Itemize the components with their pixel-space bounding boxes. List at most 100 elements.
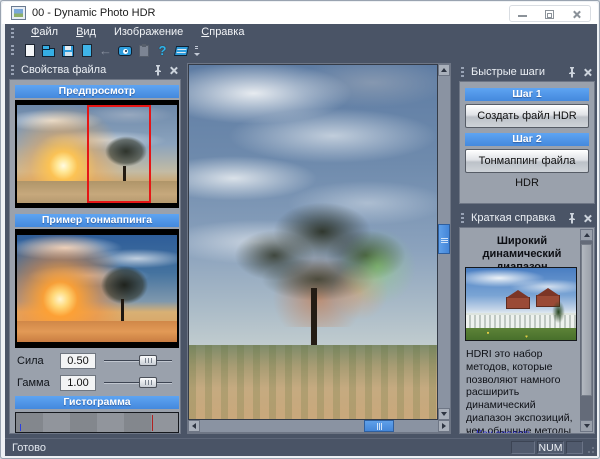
horizontal-scrollbar[interactable] [188,420,450,432]
maximize-icon [545,10,554,19]
resize-grip[interactable] [586,445,595,454]
file-properties-header[interactable]: Свойства файла [7,61,183,79]
scroll-down-button[interactable] [438,408,450,420]
help-image-bush [550,297,568,327]
gamma-value-input[interactable] [60,375,96,391]
open-file-button[interactable] [39,42,58,59]
right-arrow-icon [442,423,446,429]
tonemap-tree [91,261,158,321]
app-icon [11,6,26,20]
pin-icon[interactable] [153,65,163,76]
quick-steps-body: Шаг 1 Создать файл HDR Шаг 2 Тонмаппинг … [459,81,595,204]
minimize-button[interactable] [510,6,537,21]
gamma-slider-row: Гамма [16,375,174,392]
application-window: 00 - Dynamic Photo HDR Файл Вид Изображе… [0,0,600,459]
vertical-scroll-thumb[interactable] [438,224,450,254]
menu-view[interactable]: Вид [67,25,105,40]
menu-file[interactable]: Файл [22,25,67,40]
quick-steps-header[interactable]: Быстрые шаги [457,63,597,81]
maximize-button[interactable] [537,6,564,21]
help-illustration [465,267,577,341]
help-button[interactable]: ? [153,42,172,59]
panel-close-icon[interactable] [583,214,591,222]
slider-thumb[interactable] [139,355,157,366]
help-content: Широкий динамический диапазон изображени… [462,228,582,433]
help-scrollbar[interactable] [580,229,593,432]
status-bar: Готово NUM [5,438,597,456]
strength-value-input[interactable] [60,353,96,369]
help-image-grass [466,328,576,340]
menu-bar: Файл Вид Изображение Справка [5,24,597,41]
main-image-ground [189,345,437,419]
menubar-grip[interactable] [11,28,14,38]
paste-button[interactable] [134,42,153,59]
step1-bar: Шаг 1 [465,88,589,101]
clipboard-icon [139,45,149,57]
status-message: Готово [12,442,46,454]
toolbar: ← ? [5,41,597,60]
save-file-button[interactable] [58,42,77,59]
strength-slider[interactable] [104,353,172,369]
toolbar-grip[interactable] [11,45,14,57]
new-file-button[interactable] [20,42,39,59]
tonemap-section-bar: Пример тонмаппинга [15,214,179,227]
manual-button[interactable] [172,42,191,59]
panel-close-icon[interactable] [169,66,177,74]
minimize-icon [518,15,527,17]
tonemap-box [15,229,179,348]
panel-grip[interactable] [461,213,464,224]
copy-image-button[interactable] [77,42,96,59]
image-viewport [187,63,451,434]
file-properties-panel: Свойства файла Предпросмотр Пример [7,61,183,434]
create-hdr-link[interactable]: Как создать изображение HDR [476,428,566,434]
pin-icon[interactable] [567,213,577,224]
strength-slider-row: Сила [16,353,174,370]
slider-track [104,382,172,384]
menu-help[interactable]: Справка [192,25,253,40]
preview-button[interactable] [115,42,134,59]
vertical-scrollbar[interactable] [438,64,450,420]
panel-close-icon[interactable] [583,68,591,76]
down-arrow-icon [441,412,447,416]
panel-grip[interactable] [11,65,14,76]
scroll-right-button[interactable] [438,420,450,432]
scroll-left-button[interactable] [188,420,200,432]
preview-thumbnail[interactable] [17,105,177,203]
undo-button[interactable]: ← [96,42,115,59]
preview-box [15,100,179,208]
help-links-list: Как создать изображение HDR Тонмаппинг и… [476,428,580,434]
tonemap-thumbnail[interactable] [17,235,177,342]
view-selection-rectangle[interactable] [87,105,151,203]
help-scroll-thumb[interactable] [581,244,592,396]
create-hdr-button[interactable]: Создать файл HDR [465,104,589,128]
help-panel-header[interactable]: Краткая справка [457,209,597,227]
slider-thumb[interactable] [139,377,157,388]
help-scroll-down-button[interactable] [580,420,593,432]
panel-grip[interactable] [461,67,464,78]
scroll-up-button[interactable] [438,64,450,76]
tonemap-ground [17,321,177,342]
panel-title: Быстрые шаги [471,66,567,78]
main-image[interactable] [188,64,438,420]
gamma-label: Гамма [17,377,50,389]
toolbar-overflow-button[interactable] [193,44,201,58]
main-content: Файл Вид Изображение Справка ← ? Свойств… [5,24,597,456]
up-arrow-icon [441,68,447,72]
gamma-slider[interactable] [104,375,172,391]
question-mark-icon: ? [159,43,167,58]
pin-icon[interactable] [567,67,577,78]
help-scroll-up-button[interactable] [580,229,593,241]
window-controls [509,5,591,22]
tonemap-hdr-button[interactable]: Тонмаппинг файла HDR [465,149,589,173]
down-arrow-icon [584,424,590,428]
preview-section-bar: Предпросмотр [15,85,179,98]
eye-icon [118,46,132,56]
new-file-icon [25,44,35,57]
help-panel: Краткая справка Широкий динамический диа… [457,209,597,434]
tonemap-trunk [121,299,124,323]
histogram-display [15,412,179,433]
close-button[interactable] [563,6,590,21]
panel-title: Краткая справка [471,212,567,224]
menu-image[interactable]: Изображение [105,25,192,40]
horizontal-scroll-thumb[interactable] [364,420,394,432]
